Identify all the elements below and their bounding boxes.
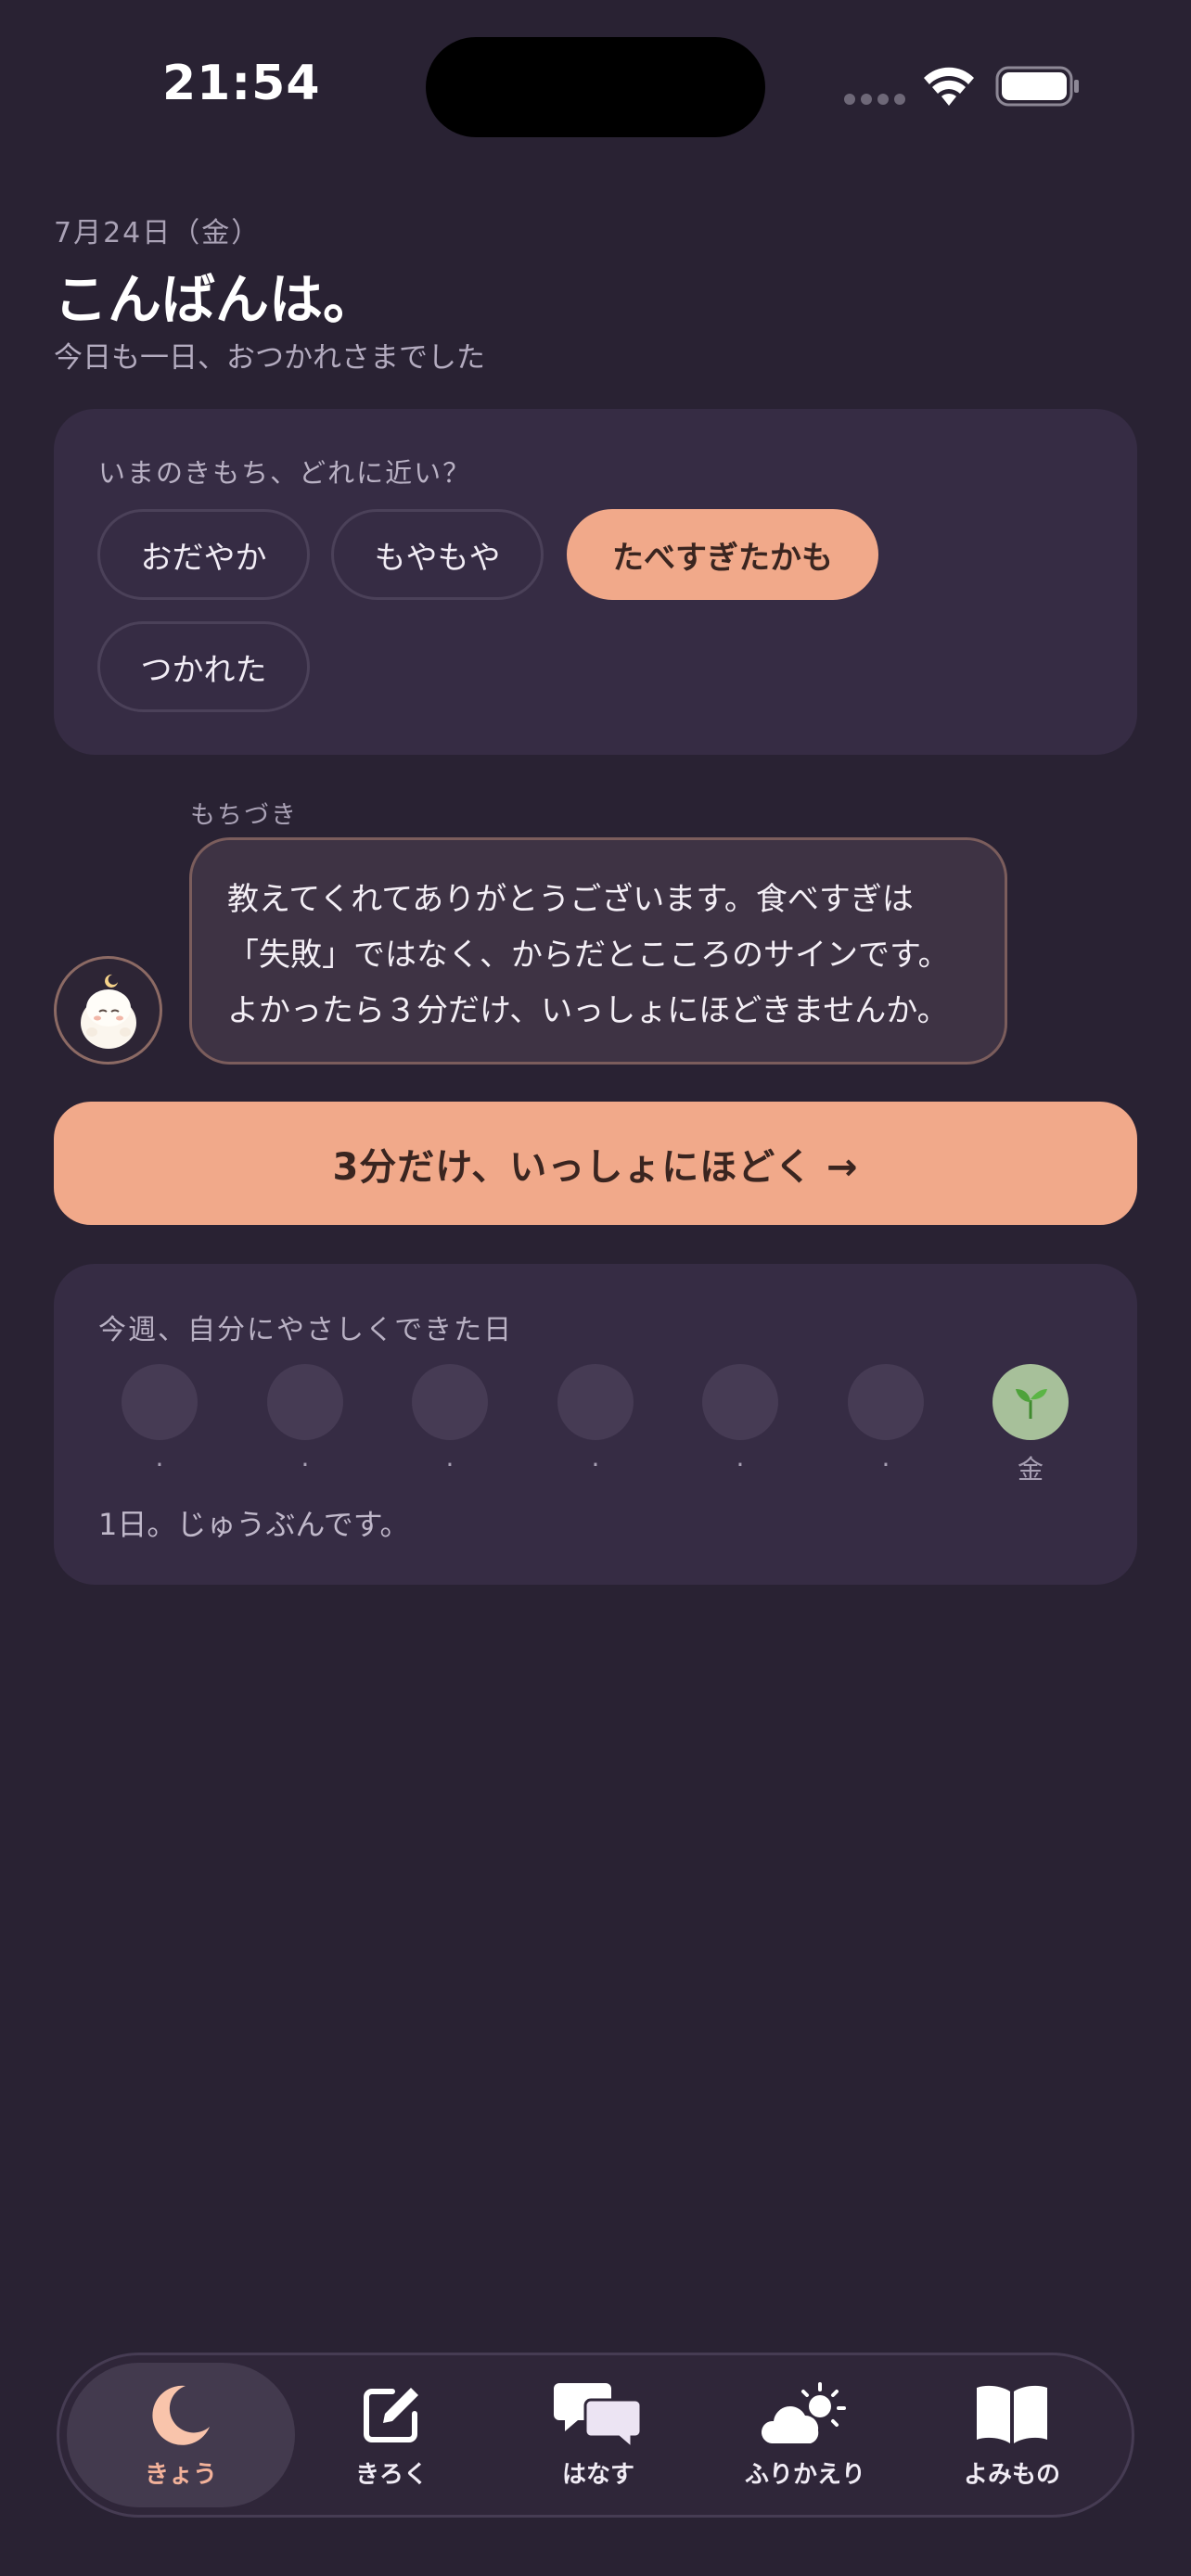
- day-dot: [412, 1364, 488, 1440]
- week-summary: 1日。じゅうぶんです。: [98, 1507, 410, 1542]
- chat-line: よかったら３分だけ、いっしょにほどきませんか。: [227, 992, 949, 1029]
- tab-reading[interactable]: よみもの: [898, 2363, 1126, 2507]
- day-dot: [848, 1364, 924, 1440]
- start-session-button[interactable]: 3分だけ、いっしょにほどく →: [54, 1102, 1137, 1225]
- day-label: ·: [301, 1449, 310, 1480]
- mood-chip-uneasy[interactable]: もやもや: [331, 509, 544, 600]
- mood-chip-calm[interactable]: おだやか: [97, 509, 310, 600]
- week-title: 今週、自分にやさしくできた日: [98, 1314, 514, 1346]
- sprout-icon: [1016, 1389, 1047, 1419]
- tab-label: きろく: [354, 2460, 428, 2489]
- wifi-icon: [924, 67, 974, 106]
- battery-icon: [995, 66, 1079, 107]
- chat-line: 「失敗」ではなく、からだとこころのサインです。: [227, 937, 950, 974]
- page-title: こんばんは。: [54, 268, 378, 331]
- avatar: [54, 956, 162, 1065]
- tab-label: よみもの: [963, 2460, 1060, 2489]
- day-label: ·: [155, 1449, 164, 1480]
- partly-sunny-icon: [761, 2381, 846, 2443]
- day-dot: [267, 1364, 343, 1440]
- day-label: ·: [736, 1449, 745, 1480]
- tab-record[interactable]: きろく: [277, 2363, 506, 2507]
- status-time: 21:54: [162, 56, 321, 111]
- day-dot: [557, 1364, 634, 1440]
- tab-review[interactable]: ふりかえり: [691, 2363, 919, 2507]
- day-dot: [122, 1364, 198, 1440]
- day-dot: [702, 1364, 778, 1440]
- tab-bar: きょう きろく はなす ふりかえり よみもの: [57, 2353, 1134, 2518]
- week-card: 今週、自分にやさしくできた日 · · · · · · 金 1日。じゅうぶんです。: [54, 1264, 1137, 1585]
- mood-chip-overate[interactable]: たべすぎたかも: [567, 509, 878, 600]
- book-icon: [977, 2385, 1047, 2443]
- moon-icon: [152, 2385, 210, 2445]
- tab-talk[interactable]: はなす: [484, 2363, 712, 2507]
- mood-question: いまのきもち、どれに近い？: [98, 457, 472, 489]
- day-label: 金: [1017, 1454, 1044, 1485]
- tab-label: ふりかえり: [744, 2460, 865, 2489]
- chat-line: 教えてくれてありがとうございます。食べすぎは: [227, 881, 914, 918]
- mood-card: いまのきもち、どれに近い？ おだやか もやもや たべすぎたかも つかれた: [54, 409, 1137, 755]
- chat-bubble: 教えてくれてありがとうございます。食べすぎは 「失敗」ではなく、からだとこころの…: [189, 837, 1007, 1065]
- speaker-name: もちづき: [190, 801, 298, 830]
- cellular-signal-icon: [844, 94, 905, 105]
- day-label: ·: [445, 1449, 455, 1480]
- day-label: ·: [591, 1449, 600, 1480]
- tab-label: きょう: [144, 2460, 217, 2489]
- mochi-mascot-icon: [80, 974, 136, 1049]
- tab-today[interactable]: きょう: [67, 2363, 295, 2507]
- date-label: 7月24日（金）: [54, 217, 262, 249]
- edit-icon: [364, 2387, 418, 2442]
- mood-chip-tired[interactable]: つかれた: [97, 621, 310, 712]
- tab-label: はなす: [561, 2460, 634, 2489]
- dynamic-island: [426, 37, 765, 137]
- day-label: ·: [881, 1449, 890, 1480]
- page-subtitle: 今日も一日、おつかれさまでした: [54, 341, 485, 375]
- day-dot-done: [992, 1364, 1069, 1440]
- chat-bubbles-icon: [554, 2382, 643, 2450]
